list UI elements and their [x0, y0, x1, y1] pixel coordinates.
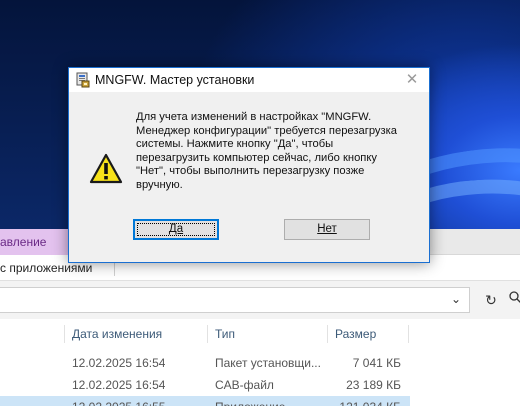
- yes-button[interactable]: Да: [133, 219, 219, 240]
- yes-button-label: Да: [168, 223, 184, 235]
- row-type: CAB-файл: [215, 378, 274, 392]
- column-header-type[interactable]: Тип: [215, 319, 235, 349]
- close-icon: ✕: [405, 71, 419, 88]
- dialog-message: Для учета изменений в настройках "MNGFW.…: [136, 111, 416, 192]
- message-line: вручную.: [136, 178, 183, 191]
- message-line: "Нет", чтобы выполнить перезагрузку позж…: [136, 165, 365, 177]
- column-header-date[interactable]: Дата изменения: [72, 319, 162, 349]
- column-separator: [207, 325, 208, 343]
- column-header-size[interactable]: Размер: [335, 319, 376, 349]
- column-separator: [64, 325, 65, 343]
- message-line: системы. Нажмите кнопку "Да", чтобы: [136, 138, 334, 150]
- dialog-title: MNGFW. Мастер установки: [95, 73, 255, 87]
- row-size: 121 034 КБ: [335, 396, 401, 406]
- message-line: Менеджер конфигурации" требуется перезаг…: [136, 124, 398, 137]
- row-date: 12.02.2025 16:55: [72, 396, 165, 406]
- row-date: 12.02.2025 16:54: [72, 378, 166, 392]
- no-button[interactable]: Нет: [284, 219, 370, 240]
- chevron-down-icon[interactable]: ⌄: [451, 292, 461, 306]
- row-size: 23 189 КБ: [346, 378, 401, 392]
- close-button[interactable]: ✕: [395, 68, 429, 92]
- row-date: 12.02.2025 16:54: [72, 356, 166, 370]
- warning-triangle-icon: [89, 153, 123, 185]
- refresh-icon[interactable]: ↻: [478, 287, 504, 313]
- row-size: 7 041 КБ: [352, 356, 401, 370]
- ribbon-tab-manage[interactable]: авление: [0, 229, 68, 255]
- column-separator: [408, 325, 409, 343]
- address-bar[interactable]: ⌄: [0, 287, 470, 313]
- message-line: Для учета изменений в настройках "MNGFW.: [136, 111, 372, 123]
- row-type: Пакет установщи...: [215, 356, 321, 370]
- column-separator: [327, 325, 328, 343]
- file-list: Дата изменения Тип Размер 12.02.2025 16:…: [0, 319, 520, 406]
- message-line: перезагрузить компьютер сейчас, либо кно…: [136, 151, 377, 164]
- search-icon[interactable]: [508, 287, 520, 313]
- restart-dialog: MNGFW. Мастер установки ✕ Для учета изме…: [68, 67, 430, 263]
- row-type: Приложение: [215, 396, 323, 406]
- no-button-label: Нет: [317, 223, 337, 235]
- installer-icon: [75, 72, 91, 88]
- dialog-titlebar[interactable]: MNGFW. Мастер установки ✕: [69, 68, 429, 92]
